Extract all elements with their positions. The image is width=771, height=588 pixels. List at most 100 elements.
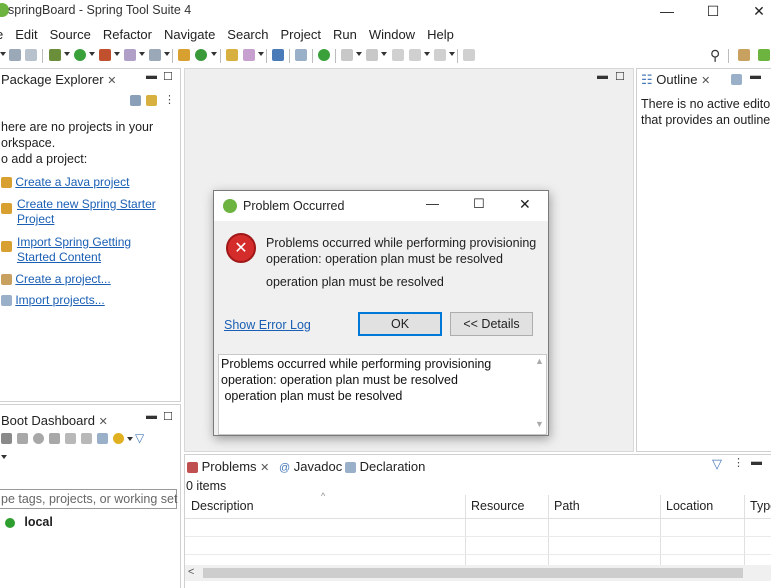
outline-tab[interactable]: ☷ Outline ✕ (641, 72, 710, 88)
problems-minimize-icon[interactable]: ▬ (751, 456, 762, 468)
create-spring-starter-link[interactable]: Create new Spring Starter (17, 197, 156, 212)
dialog-close-button[interactable]: ✕ (519, 196, 531, 213)
link-with-editor-icon[interactable] (146, 95, 157, 106)
problems-tab[interactable]: Problems ✕ (187, 459, 269, 474)
run-icon[interactable] (74, 49, 86, 61)
lightbulb-icon[interactable] (113, 433, 124, 444)
outline-minimize-icon[interactable]: ▬ (750, 70, 761, 82)
col-path[interactable]: Path (554, 499, 580, 513)
edit-icon[interactable] (81, 433, 92, 444)
terminal-icon[interactable] (272, 49, 284, 61)
link-icon[interactable] (65, 433, 76, 444)
col-type[interactable]: Type (750, 499, 771, 513)
col-resource[interactable]: Resource (471, 499, 525, 513)
ok-button[interactable]: OK (358, 312, 442, 336)
spring-perspective-icon[interactable] (758, 49, 770, 61)
scrollbar-thumb[interactable] (203, 568, 743, 578)
new-server-icon[interactable] (149, 49, 161, 61)
next-annotation-icon[interactable] (366, 49, 378, 61)
view-menu-icon[interactable]: ⋮ (733, 456, 744, 469)
sort-icon[interactable] (731, 74, 742, 85)
close-icon[interactable]: ✕ (260, 462, 269, 474)
menu-edit[interactable]: Edit (15, 27, 37, 42)
minimize-button[interactable]: — (644, 0, 690, 22)
details-textarea[interactable]: Problems occurred while performing provi… (218, 354, 547, 435)
boot-filter-input[interactable]: pe tags, projects, or working set (0, 489, 177, 509)
boot-minimize-icon[interactable]: ▬ (146, 410, 157, 422)
debug-icon[interactable] (49, 49, 61, 61)
stop-icon[interactable] (17, 433, 28, 444)
create-project-item[interactable]: Create a project... (1, 272, 111, 286)
restart-icon[interactable] (1, 433, 12, 444)
menu-project[interactable]: Project (281, 27, 321, 42)
menu-window[interactable]: Window (369, 27, 415, 42)
boot-local-item[interactable]: local (5, 515, 53, 529)
filter-icon[interactable]: ▽ (712, 456, 722, 472)
scroll-down-icon[interactable]: ▼ (535, 419, 544, 429)
maximize-button[interactable]: ☐ (690, 0, 736, 22)
create-java-project-item[interactable]: Create a Java project (1, 175, 129, 189)
coverage-icon[interactable] (124, 49, 136, 61)
menu-run[interactable]: Run (333, 27, 357, 42)
create-spring-starter-item[interactable]: Create new Spring Starter Project (1, 197, 156, 227)
menu-help[interactable]: Help (427, 27, 454, 42)
collapse-all-icon[interactable] (130, 95, 141, 106)
editor-maximize-icon[interactable]: ☐ (615, 70, 625, 83)
close-icon[interactable]: ✕ (701, 75, 710, 87)
scroll-up-icon[interactable]: ▲ (535, 356, 544, 366)
dialog-minimize-button[interactable]: — (426, 196, 439, 211)
last-edit-icon[interactable] (392, 49, 404, 61)
dialog-maximize-button[interactable]: ☐ (473, 196, 485, 212)
close-window-button[interactable]: ✕ (736, 0, 771, 22)
view-menu-icon[interactable]: ⋮ (164, 93, 175, 106)
open-type-icon[interactable] (226, 49, 238, 61)
close-icon[interactable]: ✕ (99, 416, 108, 428)
menu-file[interactable]: e (0, 27, 3, 42)
boot-maximize-icon[interactable]: ☐ (163, 410, 173, 423)
spring-boot-icon[interactable] (318, 49, 330, 61)
import-getting-started-item[interactable]: Import Spring Getting Started Content (1, 235, 131, 265)
external-tools-icon[interactable] (99, 49, 111, 61)
new-java-project-icon[interactable] (178, 49, 190, 61)
properties-icon[interactable] (97, 433, 108, 444)
save-all-icon[interactable] (25, 49, 37, 61)
boot-dashboard-tab[interactable]: Boot Dashboard ✕ (1, 413, 108, 428)
open-perspective-icon[interactable] (738, 49, 750, 61)
col-location[interactable]: Location (666, 499, 713, 513)
col-description[interactable]: Description (191, 499, 254, 513)
show-error-log-link[interactable]: Show Error Log (224, 318, 311, 332)
minimize-view-icon[interactable]: ▬ (146, 70, 157, 82)
scroll-left-icon[interactable]: < (188, 566, 194, 578)
package-explorer-tab[interactable]: Package Explorer ✕ (1, 72, 116, 87)
menu-navigate[interactable]: Navigate (164, 27, 215, 42)
new-class-icon[interactable] (195, 49, 207, 61)
menu-refactor[interactable]: Refactor (103, 27, 152, 42)
import-projects-item[interactable]: Import projects... (1, 293, 105, 307)
spring-starter-icon (1, 203, 12, 214)
open-console-icon[interactable] (49, 433, 60, 444)
search-icon[interactable] (295, 49, 307, 61)
forward-icon[interactable] (434, 49, 446, 61)
save-icon[interactable] (9, 49, 21, 61)
create-java-project-link[interactable]: Create a Java project (15, 175, 129, 189)
toggle-breadcrumb-icon[interactable] (341, 49, 353, 61)
declaration-tab[interactable]: Declaration (345, 459, 425, 474)
import-getting-started-link[interactable]: Import Spring Getting (17, 235, 131, 250)
pin-editor-icon[interactable] (463, 49, 475, 61)
back-icon[interactable] (409, 49, 421, 61)
menu-search[interactable]: Search (227, 27, 268, 42)
filter-icon[interactable]: ▽ (135, 431, 144, 445)
pen-icon[interactable] (243, 49, 255, 61)
editor-minimize-icon[interactable]: ▬ (597, 70, 608, 82)
debug-boot-icon[interactable] (33, 433, 44, 444)
details-vertical-scrollbar[interactable]: ▲ ▼ (532, 355, 546, 434)
details-button[interactable]: << Details (450, 312, 533, 336)
maximize-view-icon[interactable]: ☐ (163, 70, 173, 83)
create-project-link[interactable]: Create a project... (15, 272, 110, 286)
quick-access-search-icon[interactable]: ⚲ (710, 47, 720, 64)
horizontal-scrollbar[interactable]: < (185, 565, 771, 581)
import-projects-link[interactable]: Import projects... (15, 293, 104, 307)
javadoc-tab[interactable]: @ Javadoc (279, 459, 342, 474)
close-icon[interactable]: ✕ (107, 75, 116, 87)
menu-source[interactable]: Source (50, 27, 91, 42)
